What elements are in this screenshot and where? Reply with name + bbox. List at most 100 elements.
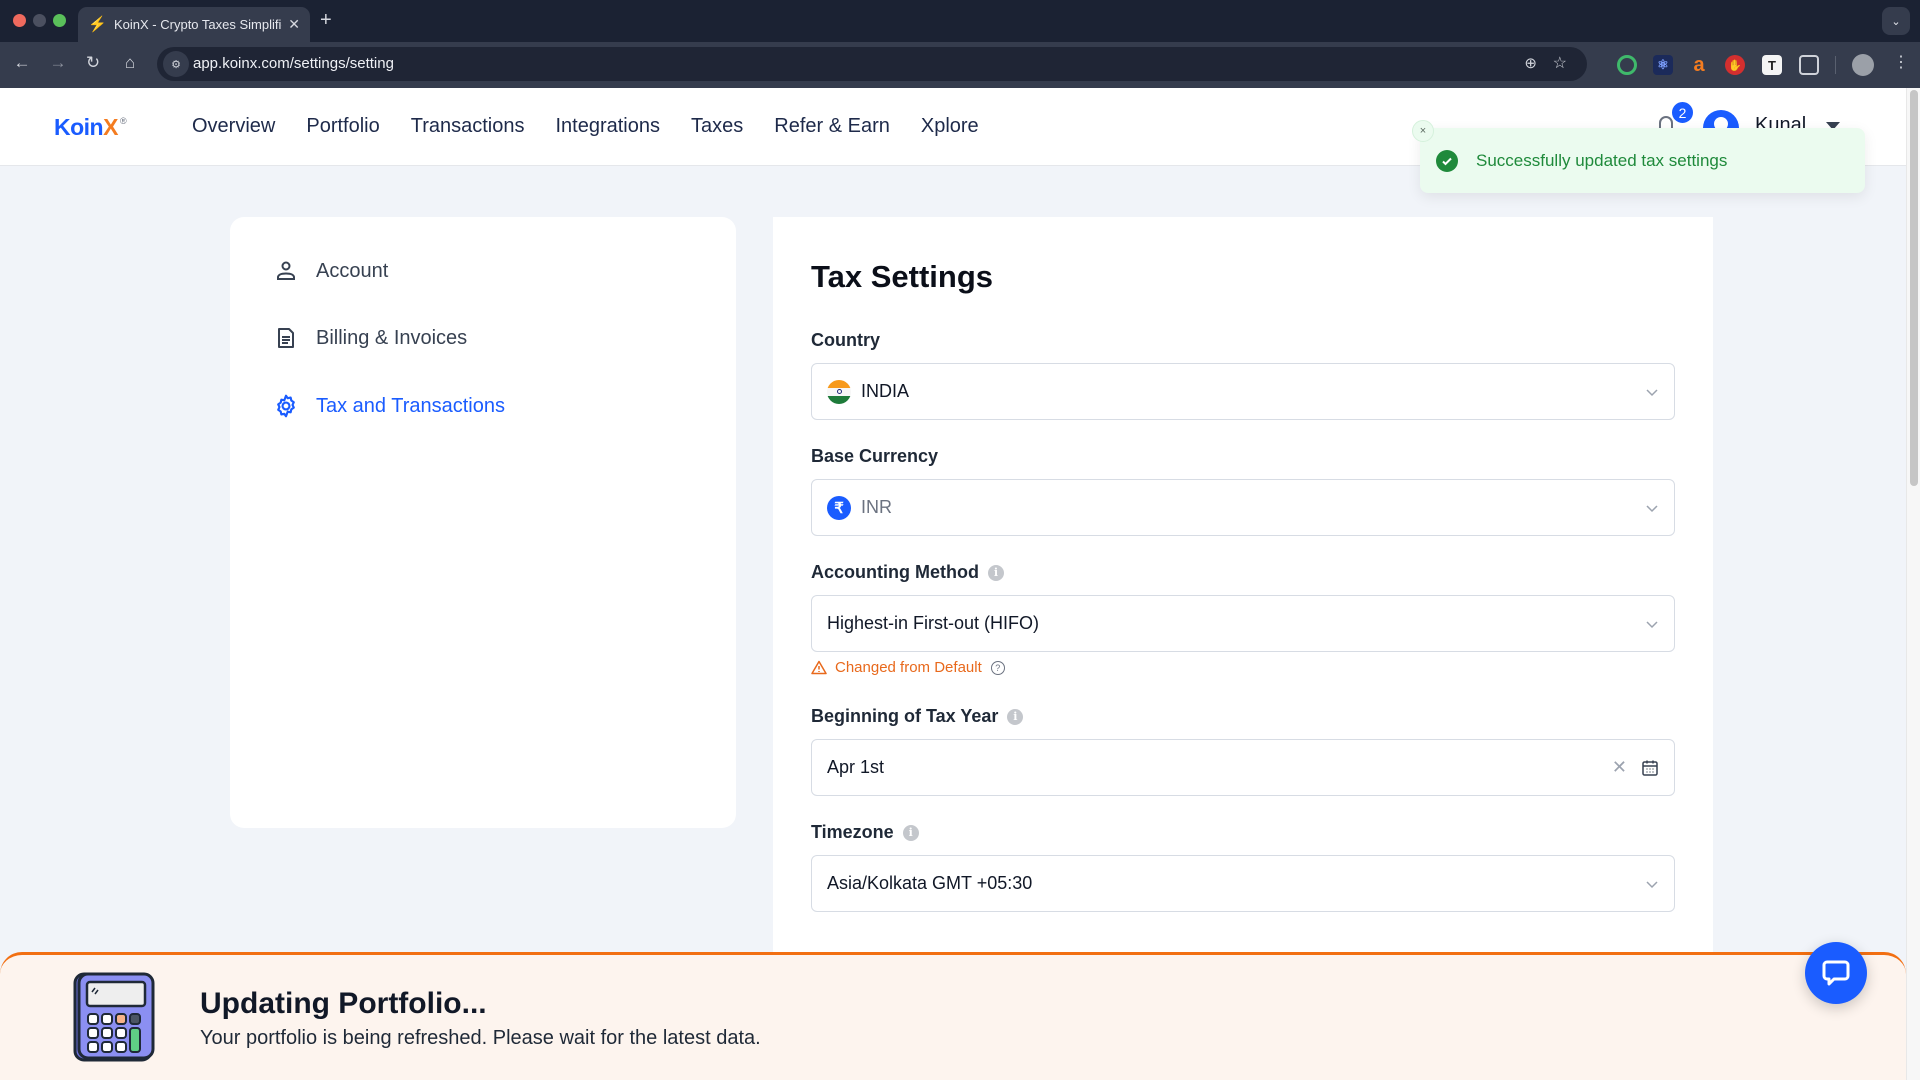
nav-overview[interactable]: Overview bbox=[192, 115, 275, 138]
logo-accent: X bbox=[103, 114, 118, 140]
page-title: Tax Settings bbox=[811, 259, 994, 294]
country-label: Country bbox=[811, 330, 880, 351]
puzzle-extensions-icon[interactable] bbox=[1799, 55, 1819, 75]
rupee-icon: ₹ bbox=[827, 495, 851, 520]
timezone-select[interactable]: Asia/Kolkata GMT +05:30 bbox=[811, 855, 1675, 912]
nav-integrations[interactable]: Integrations bbox=[555, 115, 660, 138]
warning-triangle-icon bbox=[811, 660, 827, 675]
sidebar-item-label: Billing & Invoices bbox=[316, 326, 468, 349]
info-icon[interactable]: i bbox=[1007, 708, 1024, 725]
sidebar-item-account[interactable]: Account bbox=[272, 257, 388, 285]
notification-count-badge: 2 bbox=[1670, 100, 1695, 125]
browser-tab-bar: ⚡ KoinX - Crypto Taxes Simplified ✕ + ⌄ bbox=[0, 0, 1920, 42]
toolbar-divider bbox=[1835, 56, 1836, 74]
document-icon bbox=[272, 324, 300, 352]
accounting-method-value: Highest-in First-out (HIFO) bbox=[827, 613, 1040, 633]
amazon-assistant-extension-icon[interactable]: a bbox=[1689, 54, 1709, 76]
info-icon[interactable]: i bbox=[902, 824, 919, 841]
home-icon[interactable]: ⌂ bbox=[118, 53, 142, 73]
profile-avatar[interactable] bbox=[1852, 54, 1874, 76]
sidebar-item-label: Account bbox=[316, 259, 389, 282]
timezone-value: Asia/Kolkata GMT +05:30 bbox=[827, 873, 1033, 893]
clear-date-icon[interactable]: ✕ bbox=[1612, 757, 1627, 778]
label-text: Country bbox=[811, 330, 880, 350]
chevron-down-icon bbox=[1646, 620, 1658, 628]
logo-registered-mark: ® bbox=[119, 116, 127, 126]
react-devtools-extension-icon[interactable]: ⚛ bbox=[1653, 55, 1673, 75]
bookmark-star-icon[interactable]: ☆ bbox=[1553, 53, 1567, 73]
tax-settings-card: Tax Settings Country INDIA Base Currency… bbox=[773, 217, 1713, 977]
accounting-method-label: Accounting Method i bbox=[811, 562, 1004, 583]
text-extension-icon[interactable]: T bbox=[1762, 55, 1782, 75]
logo-text: Koin bbox=[54, 114, 104, 140]
help-circle-icon[interactable]: ? bbox=[990, 660, 1005, 675]
target-extension-icon[interactable] bbox=[1617, 55, 1637, 75]
country-value: INDIA bbox=[861, 381, 910, 401]
tax-year-date-input[interactable]: Apr 1st ✕ bbox=[811, 739, 1675, 796]
address-bar[interactable]: ⚙ app.koinx.com/settings/setting ⊕ ☆ bbox=[157, 47, 1587, 81]
window-minimize-button[interactable] bbox=[33, 14, 46, 27]
adblock-extension-icon[interactable]: ✋ bbox=[1725, 55, 1745, 75]
scrollbar-thumb[interactable] bbox=[1910, 90, 1918, 486]
tab-close-icon[interactable]: ✕ bbox=[288, 16, 300, 33]
chat-support-button[interactable] bbox=[1805, 942, 1867, 1004]
tab-title: KoinX - Crypto Taxes Simplified bbox=[114, 17, 283, 32]
success-toast: × Successfully updated tax settings bbox=[1412, 120, 1865, 193]
chevron-down-icon bbox=[1646, 388, 1658, 396]
chat-bubble-icon bbox=[1822, 960, 1850, 986]
nav-taxes[interactable]: Taxes bbox=[691, 115, 743, 138]
site-settings-icon[interactable]: ⚙ bbox=[163, 51, 189, 77]
base-currency-value: INR bbox=[861, 497, 892, 517]
base-currency-select[interactable]: ₹ INR bbox=[811, 479, 1675, 536]
sidebar-item-label: Tax and Transactions bbox=[316, 394, 505, 417]
updating-portfolio-banner: Updating Portfolio... Your portfolio is … bbox=[0, 952, 1906, 1080]
koinx-favicon-icon: ⚡ bbox=[88, 15, 107, 33]
nav-transactions[interactable]: Transactions bbox=[411, 115, 525, 138]
browser-toolbar: ← → ↻ ⌂ ⚙ app.koinx.com/settings/setting… bbox=[0, 42, 1920, 88]
toast-close-button[interactable]: × bbox=[1412, 120, 1434, 142]
tab-search-chevron-icon[interactable]: ⌄ bbox=[1882, 7, 1910, 35]
user-icon bbox=[272, 257, 300, 285]
nav-xplore[interactable]: Xplore bbox=[921, 115, 979, 138]
main-nav: Overview Portfolio Transactions Integrat… bbox=[192, 115, 979, 138]
label-text: Beginning of Tax Year bbox=[811, 706, 999, 726]
url-text[interactable]: app.koinx.com/settings/setting bbox=[193, 55, 394, 72]
calendar-icon[interactable] bbox=[1641, 759, 1659, 777]
reload-icon[interactable]: ↻ bbox=[81, 53, 105, 73]
browser-menu-icon[interactable]: ⋮ bbox=[1893, 52, 1909, 72]
banner-title: Updating Portfolio... bbox=[200, 987, 487, 1020]
warning-text: Changed from Default bbox=[835, 659, 982, 676]
info-icon[interactable]: i bbox=[987, 564, 1004, 581]
page-scrollbar[interactable] bbox=[1906, 88, 1920, 1080]
chevron-down-icon bbox=[1646, 504, 1658, 512]
koinx-logo[interactable]: KoinX ® bbox=[54, 114, 127, 141]
zoom-magnifier-icon[interactable]: ⊕ bbox=[1524, 54, 1537, 72]
country-select[interactable]: INDIA bbox=[811, 363, 1675, 420]
sidebar-item-tax-transactions[interactable]: Tax and Transactions bbox=[272, 392, 505, 420]
nav-portfolio[interactable]: Portfolio bbox=[306, 115, 379, 138]
gear-icon bbox=[272, 392, 300, 420]
accounting-method-select[interactable]: Highest-in First-out (HIFO) bbox=[811, 595, 1675, 652]
window-close-button[interactable] bbox=[13, 14, 26, 27]
changed-from-default-warning: Changed from Default ? bbox=[811, 659, 1005, 676]
forward-arrow-icon[interactable]: → bbox=[46, 53, 70, 73]
browser-tab-active[interactable]: ⚡ KoinX - Crypto Taxes Simplified ✕ bbox=[78, 7, 310, 42]
timezone-label: Timezone i bbox=[811, 822, 919, 843]
sidebar-item-billing[interactable]: Billing & Invoices bbox=[272, 324, 467, 352]
tax-year-value: Apr 1st bbox=[827, 757, 885, 777]
back-arrow-icon[interactable]: ← bbox=[10, 53, 34, 73]
toast-message: Successfully updated tax settings bbox=[1476, 150, 1728, 170]
new-tab-button[interactable]: + bbox=[320, 9, 332, 32]
window-zoom-button[interactable] bbox=[53, 14, 66, 27]
settings-sidebar: Account Billing & Invoices Tax and Trans… bbox=[230, 217, 736, 828]
base-currency-label: Base Currency bbox=[811, 446, 938, 467]
india-flag-icon bbox=[827, 379, 851, 404]
calculator-icon bbox=[73, 972, 155, 1062]
chevron-down-icon bbox=[1646, 880, 1658, 888]
banner-subtitle: Your portfolio is being refreshed. Pleas… bbox=[200, 1027, 761, 1049]
label-text: Accounting Method bbox=[811, 562, 979, 582]
tax-year-label: Beginning of Tax Year i bbox=[811, 706, 1024, 727]
success-check-icon bbox=[1436, 149, 1458, 172]
label-text: Base Currency bbox=[811, 446, 939, 466]
nav-refer-earn[interactable]: Refer & Earn bbox=[774, 115, 890, 138]
